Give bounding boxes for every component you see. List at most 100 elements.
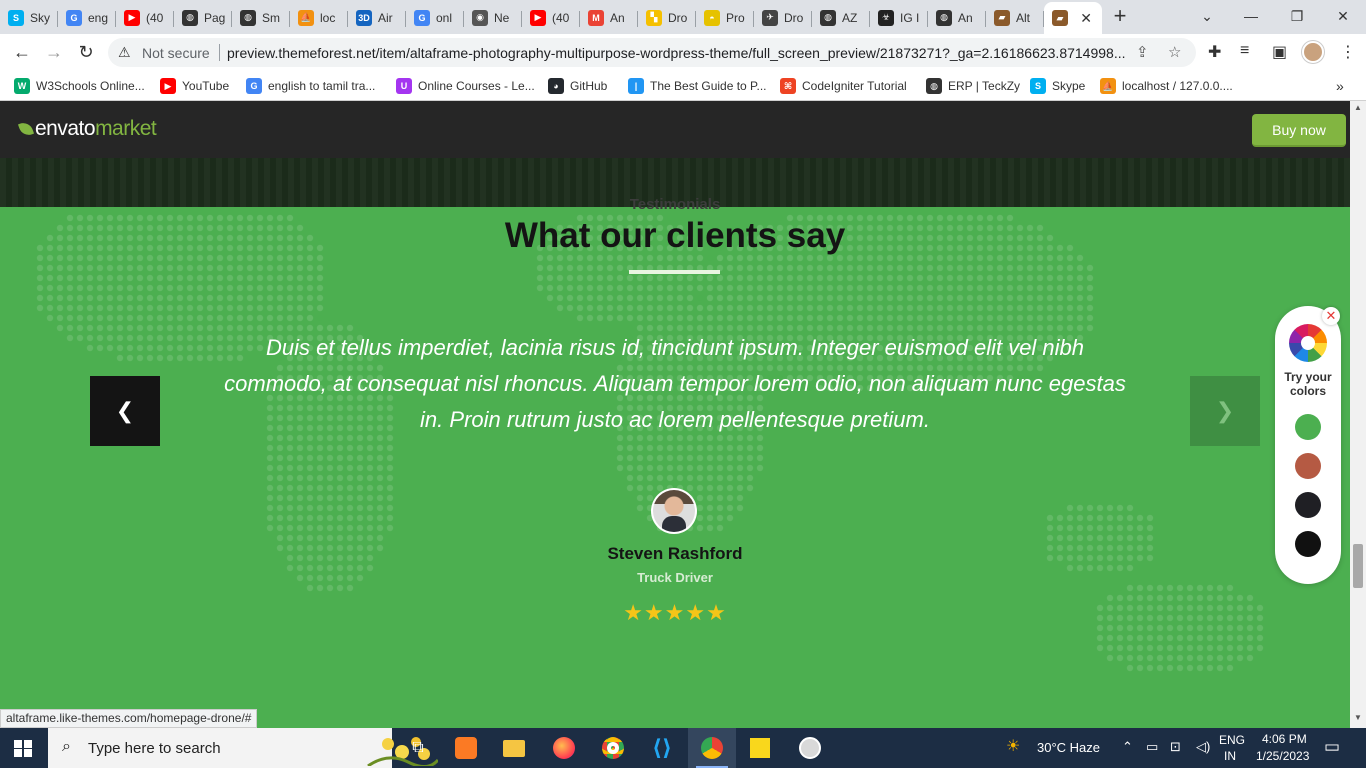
bookmark-item[interactable]: U Online Courses - Le... (396, 77, 535, 95)
reload-icon[interactable]: ↻ (74, 40, 98, 64)
file-explorer-icon[interactable] (490, 728, 538, 768)
taskbar-search[interactable]: ⌕ Type here to search (48, 728, 438, 768)
swatch-brown[interactable] (1295, 453, 1321, 479)
forward-icon[interactable]: → (42, 40, 66, 64)
menu-icon[interactable]: ⋮ (1340, 42, 1356, 62)
color-wheel-icon[interactable] (1289, 324, 1327, 362)
chrome-profile-icon[interactable] (688, 728, 736, 768)
globe-icon: ◍ (926, 78, 942, 94)
scroll-thumb[interactable] (1353, 544, 1363, 588)
heading-underline (629, 270, 720, 274)
bookmark-item[interactable]: ⛵ localhost / 127.0.0.... (1100, 77, 1233, 95)
browser-tab[interactable]: ◍ Pag (174, 3, 232, 32)
vscode-icon[interactable]: ⟨⟩ (638, 728, 686, 768)
tab-label: Dro (784, 10, 804, 25)
bookmark-label: GitHub (570, 79, 608, 93)
active-browser-tab[interactable]: ▰ ✕ (1044, 2, 1102, 34)
extensions-icon[interactable]: ✚ (1208, 42, 1221, 62)
google-icon: G (414, 9, 430, 26)
swatch-black[interactable] (1295, 531, 1321, 557)
previous-testimonial-button[interactable]: ❮ (90, 376, 160, 446)
restore-icon[interactable]: ❐ (1274, 4, 1320, 28)
back-icon[interactable]: ← (10, 40, 34, 64)
browser-tab[interactable]: ▚ Dro (638, 3, 696, 32)
browser-tab[interactable]: ⛵ loc (290, 3, 348, 32)
side-panel-icon[interactable]: ▣ (1272, 42, 1287, 62)
browser-tab[interactable]: ▶ (40 (522, 3, 580, 32)
task-view-icon[interactable]: ⧉ (394, 728, 442, 768)
language-top[interactable]: ENG (1219, 733, 1245, 747)
browser-tab[interactable]: ◍ An (928, 3, 986, 32)
next-testimonial-button[interactable]: ❯ (1190, 376, 1260, 446)
clock-app-icon[interactable] (786, 728, 834, 768)
minimize-icon[interactable]: — (1228, 4, 1274, 28)
close-window-icon[interactable]: ✕ (1320, 4, 1366, 28)
bookmark-star-icon[interactable]: ☆ (1168, 43, 1181, 61)
browser-tab[interactable]: S Sky (0, 3, 58, 32)
tab-label: Pag (204, 10, 226, 25)
tray-chevron-icon[interactable]: ⌃ (1122, 739, 1133, 755)
language-bottom[interactable]: IN (1224, 749, 1236, 763)
author-role: Truck Driver (637, 570, 713, 585)
browser-tab[interactable]: M An (580, 3, 638, 32)
scroll-down-icon[interactable]: ▼ (1353, 713, 1363, 722)
bookmark-item[interactable]: ◕ GitHub (548, 77, 607, 95)
tab-label: loc (320, 10, 336, 25)
new-tab-button[interactable]: + (1108, 5, 1132, 29)
clock-date[interactable]: 1/25/2023 (1256, 749, 1309, 763)
bookmark-item[interactable]: | The Best Guide to P... (628, 77, 767, 95)
xampp-icon[interactable] (442, 728, 490, 768)
swatch-green[interactable] (1295, 414, 1321, 440)
browser-tab[interactable]: ☣ IG I (870, 3, 928, 32)
buy-now-button[interactable]: Buy now (1252, 114, 1346, 147)
network-icon[interactable]: ⊡ (1170, 739, 1181, 755)
envato-logo[interactable]: envatomarket (17, 117, 157, 141)
bookmark-item[interactable]: ◍ ERP | TeckZy (926, 77, 1020, 95)
share-icon[interactable]: ⇪ (1136, 43, 1149, 61)
weather-text[interactable]: 30°C Haze (1037, 740, 1100, 755)
chrome-icon[interactable] (589, 728, 637, 768)
firefox-icon[interactable] (540, 728, 588, 768)
close-icon[interactable]: ✕ (1322, 307, 1340, 325)
tray-device-icon[interactable]: ▭ (1146, 739, 1158, 755)
browser-tab[interactable]: ✈ Dro (754, 3, 812, 32)
scroll-up-icon[interactable]: ▲ (1353, 103, 1363, 112)
weather-icon[interactable]: ☀ (1006, 736, 1020, 756)
tab-search-icon[interactable]: ⌄ (1184, 4, 1230, 28)
bookmark-item[interactable]: S Skype (1030, 77, 1085, 95)
bookmarks-overflow-icon[interactable]: » (1336, 77, 1344, 95)
browser-tab[interactable]: ▰ Alt (986, 3, 1044, 32)
bookmark-label: CodeIgniter Tutorial (802, 79, 907, 93)
clock-time[interactable]: 4:06 PM (1262, 732, 1307, 746)
bookmark-item[interactable]: ⌘ CodeIgniter Tutorial (780, 77, 907, 95)
media-icon[interactable]: ≡ (1240, 42, 1249, 60)
warning-icon[interactable]: ⚠ (118, 44, 131, 61)
close-tab-icon[interactable]: ✕ (1080, 10, 1092, 27)
youtube-icon: ▶ (530, 9, 546, 26)
tab-label: Ne (494, 10, 510, 25)
bookmark-item[interactable]: ▶ YouTube (160, 77, 229, 95)
search-placeholder[interactable]: Type here to search (88, 740, 221, 757)
bookmark-label: ERP | TeckZy (948, 79, 1021, 93)
volume-icon[interactable]: ◁) (1196, 739, 1210, 755)
notification-icon[interactable]: ▭ (1324, 737, 1340, 757)
page-scrollbar[interactable]: ▲ ▼ (1350, 101, 1366, 728)
url-text[interactable]: preview.themeforest.net/item/altaframe-p… (227, 45, 1127, 61)
browser-tab[interactable]: ◓ Pro (696, 3, 754, 32)
browser-tab[interactable]: ◍ Sm (232, 3, 290, 32)
browser-tab[interactable]: Gonl (406, 3, 464, 32)
sticky-notes-icon[interactable] (736, 728, 784, 768)
bookmark-item[interactable]: Genglish to tamil tra... (246, 77, 375, 95)
browser-tab[interactable]: ◍ AZ (812, 3, 870, 32)
browser-tab[interactable]: ▶ (40 (116, 3, 174, 32)
security-label[interactable]: Not secure (142, 45, 210, 61)
address-bar[interactable]: ⚠ Not secure preview.themeforest.net/ite… (108, 38, 1196, 67)
drone-icon: ▚ (646, 9, 662, 26)
profile-avatar[interactable] (1302, 41, 1324, 63)
bookmark-item[interactable]: W W3Schools Online... (14, 77, 145, 95)
browser-tab[interactable]: ◉ Ne (464, 3, 522, 32)
windows-start-icon[interactable] (14, 740, 32, 757)
browser-tab[interactable]: Geng (58, 3, 116, 32)
swatch-charcoal[interactable] (1295, 492, 1321, 518)
browser-tab[interactable]: 3D Air (348, 3, 406, 32)
